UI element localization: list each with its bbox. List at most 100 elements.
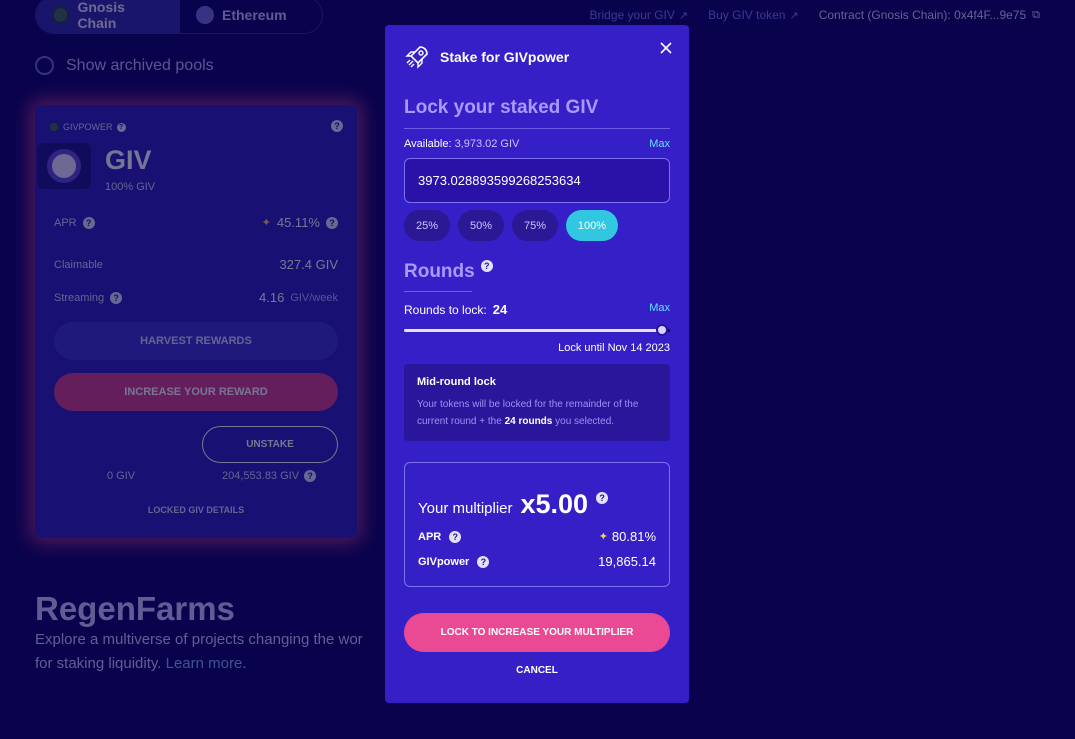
- cancel-button[interactable]: CANCEL: [385, 665, 689, 676]
- max-amount-button[interactable]: Max: [649, 138, 670, 150]
- rounds-title-label: Rounds: [404, 261, 475, 282]
- available-value: 3,973.02 GIV: [454, 138, 520, 150]
- givpower-pool-card: GIVPOWER ? ? GIV 100% GIV APR ? ✦ 45.11%…: [35, 105, 357, 538]
- unstake-button[interactable]: UNSTAKE: [202, 426, 338, 463]
- modal-apr-row: APR ? ✦ 80.81%: [418, 529, 656, 544]
- streaming-row: Streaming ? 4.16 GIV/week: [54, 290, 338, 305]
- multiplier-line: Your multiplier x5.00 ?: [418, 489, 609, 520]
- claimable-row: Claimable 327.4 GIV: [54, 257, 338, 272]
- rounds-slider-handle[interactable]: [656, 324, 669, 336]
- apr-label: APR: [54, 216, 77, 229]
- modal-apr-label: APR: [418, 530, 442, 543]
- pct-75-button[interactable]: 75%: [512, 210, 558, 241]
- rounds-to-lock: Rounds to lock: 24: [404, 302, 507, 317]
- multiplier-box: Your multiplier x5.00 ? APR ? ✦ 80.81% G…: [404, 462, 670, 587]
- multiplier-label: Your multiplier: [418, 500, 513, 517]
- locked-giv-details-link[interactable]: LOCKED GIV DETAILS: [35, 505, 357, 515]
- pool-title: GIV: [105, 145, 152, 175]
- copy-icon[interactable]: ⧉: [1032, 9, 1040, 22]
- radio-icon[interactable]: [35, 56, 54, 75]
- help-icon[interactable]: ?: [480, 260, 493, 272]
- mid-round-rounds: 24 rounds: [504, 416, 553, 427]
- streaming-unit: GIV/week: [290, 291, 338, 304]
- pct-50-button[interactable]: 50%: [458, 210, 504, 241]
- regenfarms-desc-text: Explore a multiverse of projects changin…: [35, 631, 363, 648]
- pct-100-button[interactable]: 100%: [566, 210, 618, 241]
- apr-row: APR ? ✦ 45.11% ?: [54, 215, 338, 230]
- contract-label: Contract (Gnosis Chain): 0x4f4F...9e75: [818, 8, 1027, 22]
- harvest-rewards-button[interactable]: HARVEST REWARDS: [54, 322, 338, 360]
- available-label: Available:: [404, 138, 452, 150]
- mid-round-lock-note: Mid-round lock Your tokens will be locke…: [404, 364, 670, 441]
- close-icon[interactable]: [659, 41, 673, 55]
- givpower-badge: GIVPOWER ?: [49, 122, 126, 132]
- mid-round-title: Mid-round lock: [417, 376, 496, 388]
- show-archived-label: Show archived pools: [66, 56, 214, 74]
- top-links: Bridge your GIV ↗ Buy GIV token ↗ Contra…: [590, 8, 1040, 22]
- ethereum-button[interactable]: Ethereum: [180, 0, 303, 33]
- staked-balance-row: 204,553.83 GIV ?: [222, 470, 317, 482]
- rounds-title: Rounds ?: [404, 260, 493, 283]
- claimable-label: Claimable: [54, 258, 103, 271]
- modal-header: Stake for GIVpower: [404, 44, 569, 70]
- contract-address: Contract (Gnosis Chain): 0x4f4F...9e75 ⧉: [819, 8, 1040, 22]
- givpower-value: 19,865.14: [598, 554, 656, 569]
- show-archived-toggle[interactable]: Show archived pools: [35, 56, 214, 75]
- ethereum-label: Ethereum: [222, 7, 287, 23]
- regenfarms-desc-text-2: for staking liquidity.: [35, 655, 162, 672]
- rounds-to-lock-label: Rounds to lock:: [404, 302, 487, 317]
- bridge-giv-link[interactable]: Bridge your GIV ↗: [590, 8, 689, 22]
- ethereum-icon: [196, 6, 214, 24]
- giv-logo: [37, 143, 91, 189]
- help-icon[interactable]: ?: [326, 216, 338, 229]
- bridge-giv-label: Bridge your GIV: [589, 8, 675, 22]
- help-icon[interactable]: ?: [596, 492, 609, 504]
- gnosis-chain-button[interactable]: Gnosis Chain: [36, 0, 180, 33]
- help-icon[interactable]: ?: [110, 291, 123, 304]
- available-balance: Available: 3,973.02 GIV: [404, 138, 519, 150]
- mid-round-desc: Your tokens will be locked for the remai…: [417, 396, 657, 430]
- lock-until-date: Lock until Nov 14 2023: [558, 342, 670, 354]
- mid-round-desc-text-2: you selected.: [555, 416, 615, 427]
- multiplier-value: x5.00: [520, 489, 589, 519]
- modal-title: Stake for GIVpower: [440, 49, 570, 65]
- help-icon[interactable]: ?: [477, 555, 490, 568]
- locked-balance: 0 GIV: [107, 470, 136, 482]
- rounds-slider[interactable]: [404, 329, 670, 332]
- amount-input[interactable]: [404, 158, 670, 203]
- regenfarms-title: RegenFarms: [35, 590, 235, 627]
- rocket-icon: [405, 46, 428, 69]
- sparkle-icon: ✦: [261, 217, 271, 229]
- external-link-icon: ↗: [678, 9, 689, 22]
- help-icon[interactable]: ?: [449, 530, 462, 543]
- staked-balance: 204,553.83 GIV: [222, 470, 300, 482]
- increase-reward-button[interactable]: INCREASE YOUR REWARD: [54, 373, 338, 411]
- help-icon[interactable]: ?: [304, 470, 317, 482]
- regenfarms-description: Explore a multiverse of projects changin…: [35, 628, 395, 676]
- claimable-value: 327.4 GIV: [279, 257, 338, 272]
- streaming-label: Streaming: [54, 291, 105, 304]
- divider: [404, 128, 670, 129]
- max-rounds-button[interactable]: Max: [649, 302, 670, 314]
- help-icon[interactable]: ?: [331, 120, 343, 132]
- help-icon[interactable]: ?: [116, 122, 126, 132]
- modal-apr-value: 80.81%: [611, 529, 656, 544]
- gnosis-icon: [49, 122, 59, 132]
- rounds-to-lock-value: 24: [492, 302, 508, 317]
- percentage-buttons: 25% 50% 75% 100%: [404, 210, 618, 241]
- regenfarms-desc-period: .: [242, 655, 247, 672]
- lock-title: Lock your staked GIV: [404, 97, 599, 118]
- pct-25-button[interactable]: 25%: [404, 210, 450, 241]
- pool-subtitle: 100% GIV: [105, 181, 156, 193]
- streaming-value: 4.16: [259, 290, 285, 305]
- apr-value: 45.11%: [276, 215, 320, 230]
- givpower-badge-label: GIVPOWER: [63, 122, 113, 132]
- lock-increase-multiplier-button[interactable]: LOCK TO INCREASE YOUR MULTIPLIER: [404, 613, 670, 652]
- sparkle-icon: ✦: [598, 531, 608, 543]
- help-icon[interactable]: ?: [82, 216, 95, 229]
- givpower-label: GIVpower: [418, 555, 470, 568]
- gnosis-chain-label: Gnosis Chain: [77, 0, 125, 31]
- buy-giv-link[interactable]: Buy GIV token ↗: [708, 8, 799, 22]
- givpower-row: GIVpower ? 19,865.14: [418, 554, 656, 569]
- learn-more-link[interactable]: Learn more: [166, 655, 243, 672]
